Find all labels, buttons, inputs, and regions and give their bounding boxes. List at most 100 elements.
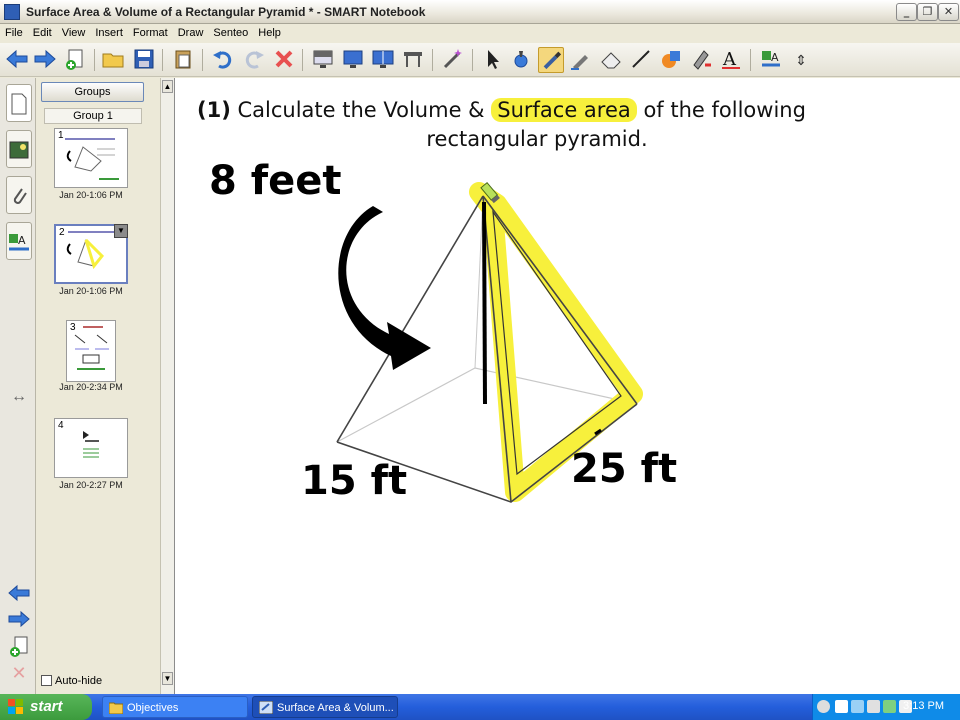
taskbar-button-smart-notebook[interactable]: Surface Area & Volum...	[252, 696, 398, 718]
eraser-icon[interactable]	[598, 47, 624, 73]
toolbar-separator	[302, 49, 303, 71]
hidden-base-edge	[336, 367, 638, 443]
task-label: Surface Area & Volum...	[277, 702, 394, 714]
highlighter-icon[interactable]	[538, 47, 564, 73]
table-icon[interactable]	[400, 47, 426, 73]
question-text-pre: Calculate the Volume &	[237, 98, 485, 122]
previous-page-arrow-icon[interactable]	[8, 584, 30, 606]
thumbnail-preview	[83, 431, 99, 458]
curved-arrow-icon	[338, 206, 431, 370]
tray-chevron-icon[interactable]	[817, 700, 830, 713]
toolbar-separator	[202, 49, 203, 71]
page-thumbnail-2[interactable]: 2 ▼	[54, 224, 128, 284]
menu-file[interactable]: File	[0, 24, 28, 39]
dual-display-icon[interactable]	[370, 47, 396, 73]
full-screen-icon[interactable]	[340, 47, 366, 73]
scroll-down-arrow-icon[interactable]: ▼	[162, 672, 173, 685]
add-page-icon[interactable]	[62, 47, 88, 73]
minimize-button[interactable]: _	[896, 3, 917, 21]
toolbar-separator	[162, 49, 163, 71]
side-tab-strip: A ↔ ✕	[0, 78, 36, 694]
folder-icon	[109, 702, 123, 714]
thumbnail-date: Jan 20-1:06 PM	[59, 190, 123, 200]
page-thumbnail-4[interactable]: 4	[54, 418, 128, 478]
window-title: Surface Area & Volume of a Rectangular P…	[26, 5, 426, 19]
tray-network-icon[interactable]	[867, 700, 880, 713]
fill-icon[interactable]	[688, 47, 714, 73]
shapes-icon[interactable]	[658, 47, 684, 73]
gallery-tab-icon[interactable]	[6, 130, 32, 168]
face-inner-outline	[492, 209, 622, 476]
question-line-1[interactable]: (1) Calculate the Volume & Surface area …	[197, 98, 806, 122]
undo-icon[interactable]	[210, 47, 236, 73]
add-page-sidebar-icon[interactable]	[8, 636, 30, 658]
menu-draw[interactable]: Draw	[173, 24, 209, 39]
toolbar-separator	[750, 49, 751, 71]
checkbox-box[interactable]	[41, 675, 52, 686]
maximize-button[interactable]: ❐	[917, 3, 938, 21]
tray-icon[interactable]	[835, 700, 848, 713]
smart-notebook-taskbar-icon	[259, 701, 273, 714]
page-thumbnail-3[interactable]: 3	[66, 320, 116, 382]
height-label[interactable]: 8 feet	[209, 158, 342, 204]
text-icon[interactable]: A	[718, 47, 744, 73]
taskbar-clock[interactable]: 3:13 PM	[903, 700, 944, 712]
page-thumbnail-1[interactable]: 1	[54, 128, 128, 188]
thumbnail-preview	[74, 326, 109, 370]
notebook-page-canvas[interactable]: (1) Calculate the Volume & Surface area …	[174, 78, 960, 694]
menu-bar: File Edit View Insert Format Draw Senteo Help	[0, 24, 960, 43]
select-arrow-icon[interactable]	[480, 47, 506, 73]
menu-format[interactable]: Format	[128, 24, 173, 39]
menu-view[interactable]: View	[57, 24, 91, 39]
tray-icon[interactable]	[883, 700, 896, 713]
screen-shade-icon[interactable]	[310, 47, 336, 73]
highlighter-cursor-icon	[480, 181, 500, 204]
menu-help[interactable]: Help	[253, 24, 286, 39]
properties-tab-icon[interactable]: A	[6, 222, 32, 260]
thumbnail-date: Jan 20-2:34 PM	[59, 382, 123, 392]
groups-button[interactable]: Groups	[41, 82, 144, 102]
forward-arrow-icon[interactable]	[32, 47, 58, 73]
thumbnail-menu-dropdown-icon[interactable]: ▼	[114, 224, 128, 238]
paste-icon[interactable]	[170, 47, 196, 73]
windows-taskbar: start Objectives Surface Area & Volum...…	[0, 694, 960, 720]
next-page-arrow-icon[interactable]	[8, 610, 30, 632]
auto-hide-checkbox[interactable]: Auto-hide	[41, 675, 102, 687]
open-folder-icon[interactable]	[100, 47, 126, 73]
attachments-tab-icon[interactable]	[6, 176, 32, 214]
svg-text:A: A	[722, 49, 737, 70]
redo-icon[interactable]	[241, 47, 267, 73]
base-depth-label[interactable]: 25 ft	[571, 446, 677, 492]
sorter-scrollbar[interactable]: ▲ ▼	[160, 78, 174, 694]
properties-icon[interactable]: A	[758, 47, 784, 73]
page-sorter-panel: Groups Group 1 1 Jan 20-1:06 PM 2 ▼ Jan	[36, 78, 158, 694]
line-icon[interactable]	[628, 47, 654, 73]
back-arrow-icon[interactable]	[4, 47, 30, 73]
group-label[interactable]: Group 1	[44, 108, 142, 124]
scroll-up-arrow-icon[interactable]: ▲	[162, 80, 173, 93]
creative-pen-icon[interactable]	[568, 47, 594, 73]
base-width-label[interactable]: 15 ft	[301, 458, 407, 504]
close-button[interactable]: ✕	[938, 3, 959, 21]
magic-pen-icon[interactable]	[440, 47, 466, 73]
save-icon[interactable]	[131, 47, 157, 73]
windows-logo-icon	[8, 699, 23, 714]
right-lateral-edge	[482, 195, 638, 405]
delete-icon[interactable]	[271, 47, 297, 73]
title-bar: Surface Area & Volume of a Rectangular P…	[0, 0, 960, 24]
menu-edit[interactable]: Edit	[28, 24, 57, 39]
menu-insert[interactable]: Insert	[90, 24, 128, 39]
question-line-2[interactable]: rectangular pyramid.	[175, 127, 899, 151]
delete-page-icon[interactable]: ✕	[8, 662, 30, 684]
start-label: start	[30, 698, 63, 715]
taskbar-button-objectives[interactable]: Objectives	[102, 696, 248, 718]
tray-icon[interactable]	[851, 700, 864, 713]
pen-icon[interactable]	[508, 47, 534, 73]
move-toolbar-icon[interactable]: ⇕	[788, 47, 814, 73]
menu-senteo[interactable]: Senteo	[208, 24, 253, 39]
resize-handle-icon[interactable]: ↔	[8, 386, 30, 408]
page-sorter-tab-icon[interactable]	[6, 84, 32, 122]
start-button[interactable]: start	[0, 694, 92, 720]
auto-hide-label: Auto-hide	[55, 675, 103, 687]
smart-notebook-app-icon[interactable]	[4, 4, 20, 20]
